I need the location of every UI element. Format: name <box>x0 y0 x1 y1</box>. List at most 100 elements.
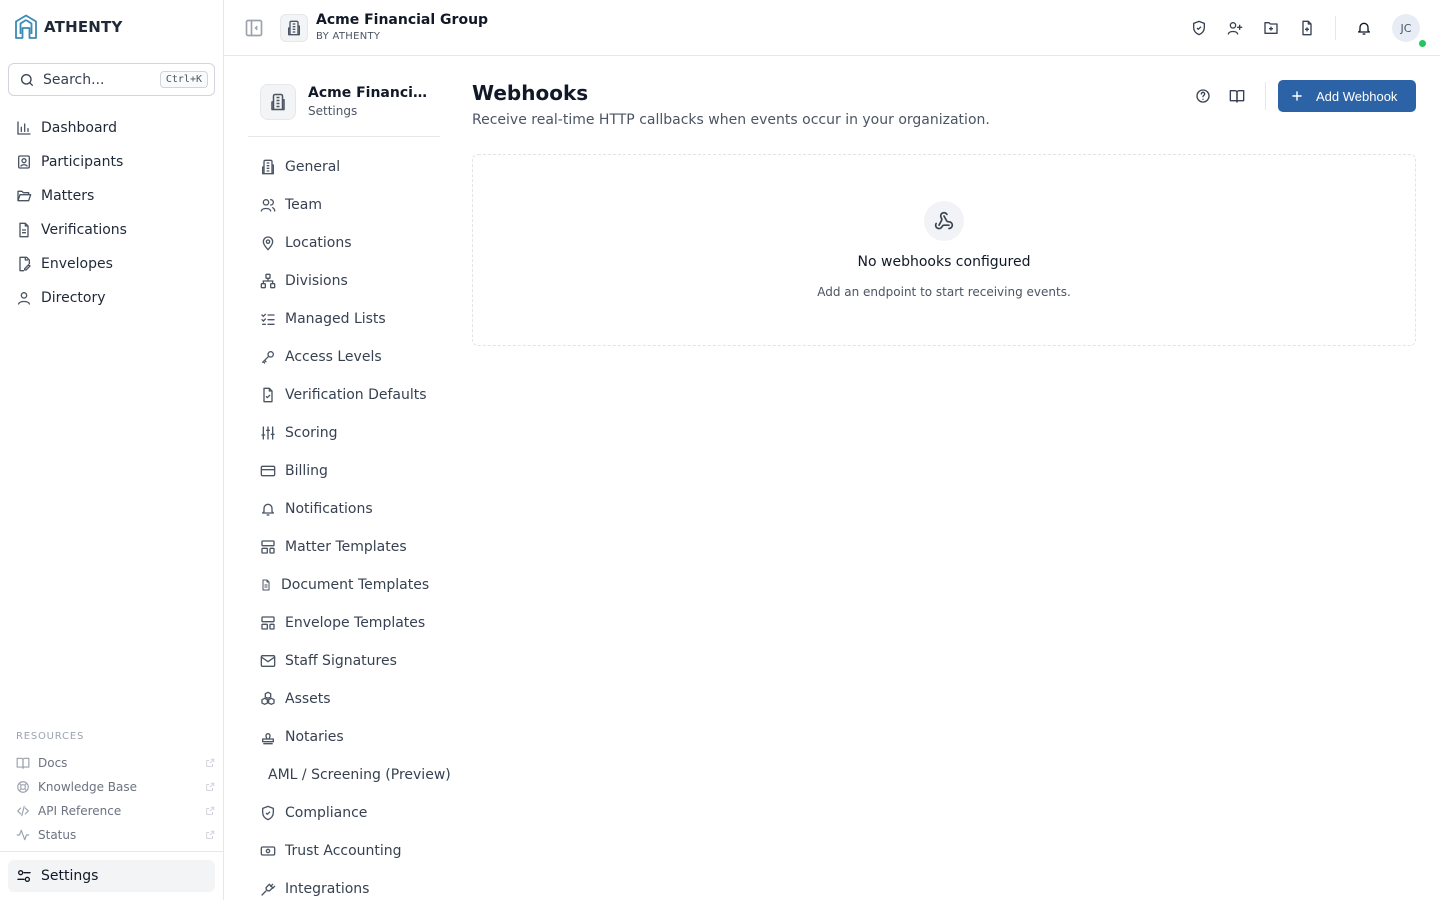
nav-item-participants[interactable]: Participants <box>8 145 215 179</box>
bell-icon[interactable] <box>1354 18 1374 38</box>
book-open-icon[interactable] <box>1227 86 1247 106</box>
subnav-divisions[interactable]: Divisions <box>252 262 462 300</box>
subnav-general[interactable]: General <box>252 148 462 186</box>
help-circle-icon[interactable] <box>1193 86 1213 106</box>
add-webhook-label: Add Webhook <box>1316 88 1398 104</box>
actions-divider <box>1265 82 1266 110</box>
subnav-label: Notaries <box>285 729 344 745</box>
subnav-notifications[interactable]: Notifications <box>252 490 462 528</box>
subnav-envelope-templates[interactable]: Envelope Templates <box>252 604 462 642</box>
org-name[interactable]: Acme Financial Group <box>316 12 488 28</box>
header-divider <box>1335 16 1336 40</box>
credit-card-icon <box>260 463 276 479</box>
subnav-label: Assets <box>285 691 331 707</box>
folder-open-icon <box>16 188 32 204</box>
external-link-icon <box>205 782 215 792</box>
sidebar-collapse-icon[interactable] <box>244 18 264 38</box>
subnav-label: General <box>285 159 341 175</box>
subnav-notaries[interactable]: Notaries <box>252 718 462 756</box>
subnav-matter-templates[interactable]: Matter Templates <box>252 528 462 566</box>
user-plus-icon[interactable] <box>1225 18 1245 38</box>
file-signature-icon <box>16 256 32 272</box>
subnav-assets[interactable]: Assets <box>252 680 462 718</box>
contact-card-icon <box>16 154 32 170</box>
users-icon <box>260 197 276 213</box>
subnav-label: Envelope Templates <box>285 615 426 631</box>
subnav-aml-screening[interactable]: AML / Screening (Preview) <box>252 756 462 794</box>
nav-item-dashboard[interactable]: Dashboard <box>8 111 215 145</box>
subnav-access-levels[interactable]: Access Levels <box>252 338 462 376</box>
online-status-dot <box>1418 39 1427 48</box>
search-icon <box>19 72 35 88</box>
resource-api-reference[interactable]: API Reference <box>8 799 215 823</box>
subnav-label: Managed Lists <box>285 311 386 327</box>
subnav-label: Integrations <box>285 881 370 897</box>
activity-icon <box>16 828 30 842</box>
subnav-label: Notifications <box>285 501 373 517</box>
resource-status[interactable]: Status <box>8 823 215 847</box>
key-icon <box>260 349 276 365</box>
plus-icon <box>1290 89 1304 103</box>
top-header: Acme Financial Group BY ATHENTY JC <box>224 0 1440 56</box>
subnav-label: Scoring <box>285 425 338 441</box>
resource-label: API Reference <box>38 804 122 818</box>
settings-org-name: Acme Financial Group <box>308 85 434 101</box>
boxes-icon <box>260 691 276 707</box>
settings-org-header: Acme Financial Group Settings <box>248 80 440 137</box>
search-box[interactable]: Search... Ctrl+K <box>8 63 215 96</box>
subnav-trust-accounting[interactable]: Trust Accounting <box>252 832 462 870</box>
page-description: Receive real-time HTTP callbacks when ev… <box>472 112 990 128</box>
add-webhook-button[interactable]: Add Webhook <box>1278 80 1416 112</box>
brand[interactable]: ATHENTY <box>14 14 123 40</box>
subnav-compliance[interactable]: Compliance <box>252 794 462 832</box>
subnav-label: Matter Templates <box>285 539 407 555</box>
subnav-team[interactable]: Team <box>252 186 462 224</box>
subnav-integrations[interactable]: Integrations <box>252 870 462 900</box>
external-link-icon <box>205 758 215 768</box>
nav-label: Envelopes <box>41 256 113 272</box>
nav-item-envelopes[interactable]: Envelopes <box>8 247 215 281</box>
resource-docs[interactable]: Docs <box>8 751 215 775</box>
map-pin-icon <box>260 235 276 251</box>
subnav-locations[interactable]: Locations <box>252 224 462 262</box>
subnav-verification-defaults[interactable]: Verification Defaults <box>252 376 462 414</box>
resource-label: Knowledge Base <box>38 780 137 794</box>
subnav-staff-signatures[interactable]: Staff Signatures <box>252 642 462 680</box>
search-input[interactable]: Search... <box>43 72 152 88</box>
webhook-icon <box>924 201 964 241</box>
list-checks-icon <box>260 311 276 327</box>
shield-check-icon[interactable] <box>1189 18 1209 38</box>
layout-template-icon <box>260 539 276 555</box>
nav-item-matters[interactable]: Matters <box>8 179 215 213</box>
resource-knowledge-base[interactable]: Knowledge Base <box>8 775 215 799</box>
sidebar-divider <box>0 851 223 852</box>
subnav-label: Verification Defaults <box>285 387 427 403</box>
subnav-billing[interactable]: Billing <box>252 452 462 490</box>
org-subtitle: BY ATHENTY <box>316 31 381 42</box>
nav-label: Participants <box>41 154 124 170</box>
main-nav: Dashboard Participants Matters Verificat… <box>8 111 215 315</box>
subnav-managed-lists[interactable]: Managed Lists <box>252 300 462 338</box>
subnav-scoring[interactable]: Scoring <box>252 414 462 452</box>
empty-state: No webhooks configured Add an endpoint t… <box>472 154 1416 346</box>
settings-subnav: General Team Locations Divisions Managed… <box>252 148 462 900</box>
file-check-icon <box>260 387 276 403</box>
subnav-document-templates[interactable]: Document Templates <box>252 566 462 604</box>
folder-plus-icon[interactable] <box>1261 18 1281 38</box>
nav-item-directory[interactable]: Directory <box>8 281 215 315</box>
search-shortcut: Ctrl+K <box>159 71 208 88</box>
app-sidebar: ATHENTY Search... Ctrl+K Dashboard Parti… <box>0 0 224 900</box>
resource-label: Status <box>38 828 77 842</box>
file-plus-icon[interactable] <box>1297 18 1317 38</box>
subnav-label: Divisions <box>285 273 348 289</box>
empty-state-title: No webhooks configured <box>857 254 1031 270</box>
resource-label: Docs <box>38 756 68 770</box>
mail-icon <box>260 653 276 669</box>
external-link-icon <box>205 830 215 840</box>
nav-item-verifications[interactable]: Verifications <box>8 213 215 247</box>
nav-item-settings[interactable]: Settings <box>8 860 215 892</box>
nav-label: Dashboard <box>41 120 117 136</box>
org-icon <box>280 14 308 42</box>
user-avatar[interactable]: JC <box>1392 14 1420 42</box>
settings-toggle-icon <box>16 868 32 884</box>
